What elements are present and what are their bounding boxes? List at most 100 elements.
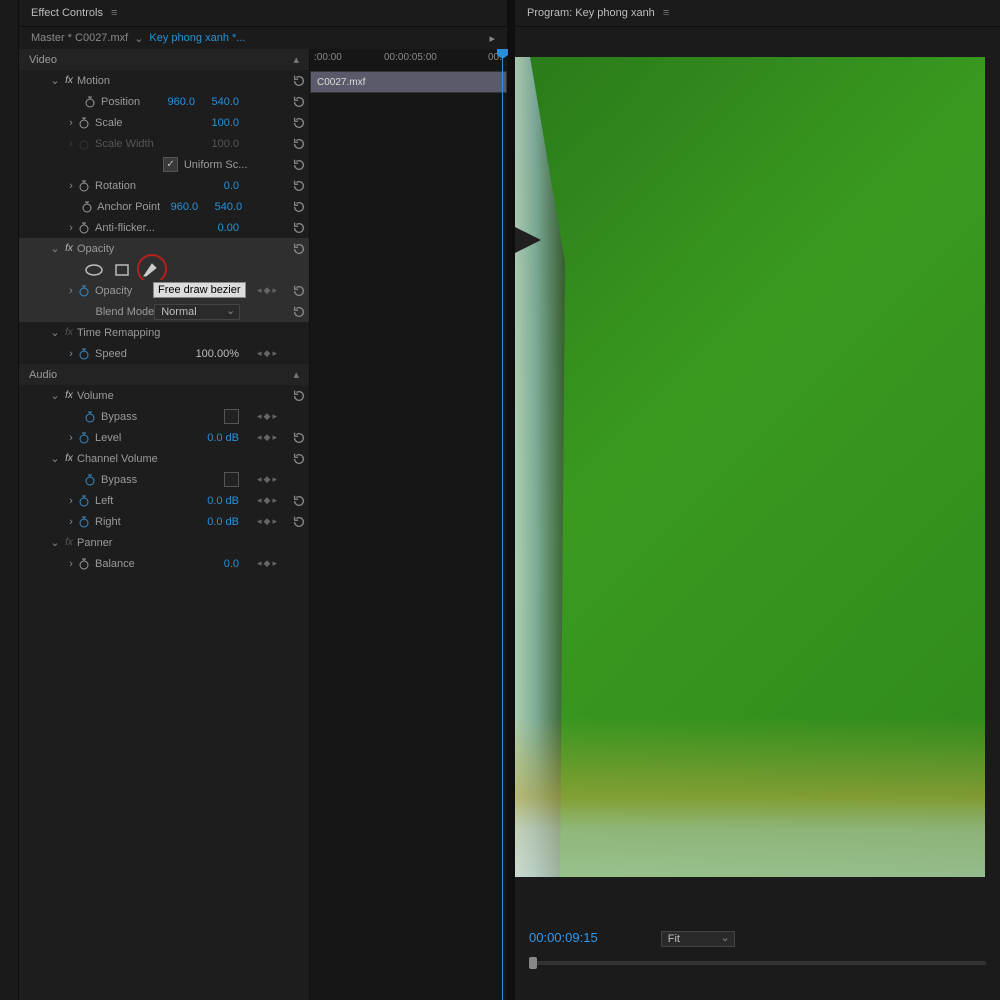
- chevron-right-icon[interactable]: ›: [65, 222, 77, 234]
- volume-level-property[interactable]: › Level 0.0 dB ◂◆▸: [19, 427, 309, 448]
- speed-property[interactable]: › Speed 100.00% ◂◆▸: [19, 343, 309, 364]
- stopwatch-icon[interactable]: [83, 95, 97, 109]
- position-x-value[interactable]: 960.0: [157, 96, 195, 108]
- fx-badge-icon[interactable]: fx: [61, 75, 77, 86]
- stopwatch-icon[interactable]: [77, 515, 91, 529]
- rectangle-mask-icon[interactable]: [111, 262, 133, 278]
- ellipse-mask-icon[interactable]: [83, 262, 105, 278]
- reset-icon[interactable]: [289, 74, 309, 88]
- volume-effect[interactable]: ⌄ fx Volume: [19, 385, 309, 406]
- chevron-right-icon[interactable]: ›: [65, 495, 77, 507]
- chevron-right-icon[interactable]: ›: [65, 432, 77, 444]
- chevron-right-icon[interactable]: ›: [65, 180, 77, 192]
- chevron-down-icon[interactable]: ⌄: [49, 389, 61, 402]
- scale-value[interactable]: 100.0: [201, 117, 239, 129]
- rotation-value[interactable]: 0.0: [201, 180, 239, 192]
- scale-property[interactable]: › Scale 100.0: [19, 112, 309, 133]
- stopwatch-icon[interactable]: [83, 410, 97, 424]
- fx-badge-icon[interactable]: fx: [61, 243, 77, 254]
- reset-icon[interactable]: [289, 515, 309, 529]
- opacity-value-property[interactable]: › Opacity Free draw bezier ◂◆▸: [19, 280, 309, 301]
- video-section-header[interactable]: Video▴: [19, 49, 309, 70]
- play-icon[interactable]: ▸: [489, 32, 495, 45]
- keyframe-nav[interactable]: ◂◆▸: [245, 474, 289, 485]
- bypass-checkbox[interactable]: [224, 472, 239, 487]
- chevron-down-icon[interactable]: ⌄: [49, 242, 61, 255]
- keyframe-nav[interactable]: ◂◆▸: [245, 285, 289, 296]
- stopwatch-icon[interactable]: [77, 179, 91, 193]
- stopwatch-icon[interactable]: [77, 347, 91, 361]
- anchor-point-property[interactable]: Anchor Point 960.0 540.0: [19, 196, 309, 217]
- scrub-bar[interactable]: [529, 961, 986, 965]
- panel-menu-icon[interactable]: ≡: [663, 7, 669, 19]
- chevron-right-icon[interactable]: ›: [65, 348, 77, 360]
- reset-icon[interactable]: [289, 494, 309, 508]
- channel-bypass-property[interactable]: Bypass ◂◆▸: [19, 469, 309, 490]
- volume-bypass-property[interactable]: Bypass ◂◆▸: [19, 406, 309, 427]
- scrub-handle[interactable]: [529, 957, 537, 969]
- opacity-effect[interactable]: ⌄ fx Opacity: [19, 238, 309, 259]
- motion-effect[interactable]: ⌄ fx Motion: [19, 70, 309, 91]
- keyframe-nav[interactable]: ◂◆▸: [245, 348, 289, 359]
- fx-badge-icon[interactable]: fx: [61, 453, 77, 464]
- keyframe-nav[interactable]: ◂◆▸: [245, 432, 289, 443]
- pen-mask-icon[interactable]: [139, 262, 161, 278]
- position-y-value[interactable]: 540.0: [201, 96, 239, 108]
- keyframe-nav[interactable]: ◂◆▸: [245, 558, 289, 569]
- reset-icon[interactable]: [290, 158, 309, 172]
- keyframe-nav[interactable]: ◂◆▸: [245, 411, 289, 422]
- right-channel-property[interactable]: › Right 0.0 dB ◂◆▸: [19, 511, 309, 532]
- chevron-right-icon[interactable]: ›: [65, 558, 77, 570]
- uniform-scale-checkbox[interactable]: ✓: [163, 157, 178, 172]
- fx-badge-icon[interactable]: fx: [61, 390, 77, 401]
- playhead[interactable]: [502, 49, 503, 1000]
- reset-icon[interactable]: [289, 221, 309, 235]
- chevron-down-icon[interactable]: ⌄: [49, 536, 61, 549]
- audio-section-header[interactable]: Audio▴: [19, 364, 309, 385]
- time-ruler[interactable]: :00:00 00:00:05:00 00:: [310, 49, 507, 72]
- blend-mode-property[interactable]: Blend Mode Normal: [19, 301, 309, 322]
- chevron-down-icon[interactable]: ⌄: [49, 326, 61, 339]
- uniform-scale-row[interactable]: ✓ Uniform Sc...: [19, 154, 309, 175]
- reset-icon[interactable]: [289, 284, 309, 298]
- effect-timeline[interactable]: :00:00 00:00:05:00 00: C0027.mxf: [310, 49, 507, 1000]
- stopwatch-icon[interactable]: [77, 494, 91, 508]
- keyframe-nav[interactable]: ◂◆▸: [245, 516, 289, 527]
- reset-icon[interactable]: [289, 452, 309, 466]
- reset-icon[interactable]: [289, 179, 309, 193]
- reset-icon[interactable]: [289, 95, 309, 109]
- position-property[interactable]: Position 960.0 540.0: [19, 91, 309, 112]
- stopwatch-icon[interactable]: [77, 116, 91, 130]
- stopwatch-icon[interactable]: [83, 473, 97, 487]
- keyframe-nav[interactable]: ◂◆▸: [245, 495, 289, 506]
- chevron-down-icon[interactable]: ⌄: [134, 32, 143, 45]
- chevron-down-icon[interactable]: ⌄: [49, 74, 61, 87]
- fx-badge-icon[interactable]: fx: [61, 537, 77, 548]
- stopwatch-icon[interactable]: [77, 557, 91, 571]
- chevron-right-icon[interactable]: ›: [65, 117, 77, 129]
- stopwatch-icon[interactable]: [80, 200, 93, 214]
- balance-property[interactable]: › Balance 0.0 ◂◆▸: [19, 553, 309, 574]
- rotation-property[interactable]: › Rotation 0.0: [19, 175, 309, 196]
- chevron-down-icon[interactable]: ⌄: [49, 452, 61, 465]
- channel-volume-effect[interactable]: ⌄ fx Channel Volume: [19, 448, 309, 469]
- panel-menu-icon[interactable]: ≡: [111, 7, 117, 19]
- time-remapping-effect[interactable]: ⌄ fx Time Remapping: [19, 322, 309, 343]
- reset-icon[interactable]: [289, 137, 309, 151]
- panner-effect[interactable]: ⌄ fx Panner: [19, 532, 309, 553]
- reset-icon[interactable]: [289, 389, 309, 403]
- current-timecode[interactable]: 00:00:09:15: [529, 930, 598, 945]
- reset-icon[interactable]: [289, 242, 309, 256]
- zoom-fit-dropdown[interactable]: Fit: [661, 931, 735, 947]
- blend-mode-dropdown[interactable]: Normal: [154, 304, 240, 320]
- chevron-right-icon[interactable]: ›: [65, 516, 77, 528]
- left-channel-property[interactable]: › Left 0.0 dB ◂◆▸: [19, 490, 309, 511]
- reset-icon[interactable]: [289, 116, 309, 130]
- stopwatch-icon[interactable]: [77, 431, 91, 445]
- fx-badge-icon[interactable]: fx: [61, 327, 77, 338]
- sequence-link[interactable]: Key phong xanh *...: [149, 32, 245, 44]
- reset-icon[interactable]: [289, 305, 309, 319]
- program-monitor-tab[interactable]: Program: Key phong xanh ≡: [515, 0, 1000, 27]
- clip-bar[interactable]: C0027.mxf: [310, 71, 507, 93]
- effect-controls-tab[interactable]: Effect Controls ≡: [19, 0, 507, 27]
